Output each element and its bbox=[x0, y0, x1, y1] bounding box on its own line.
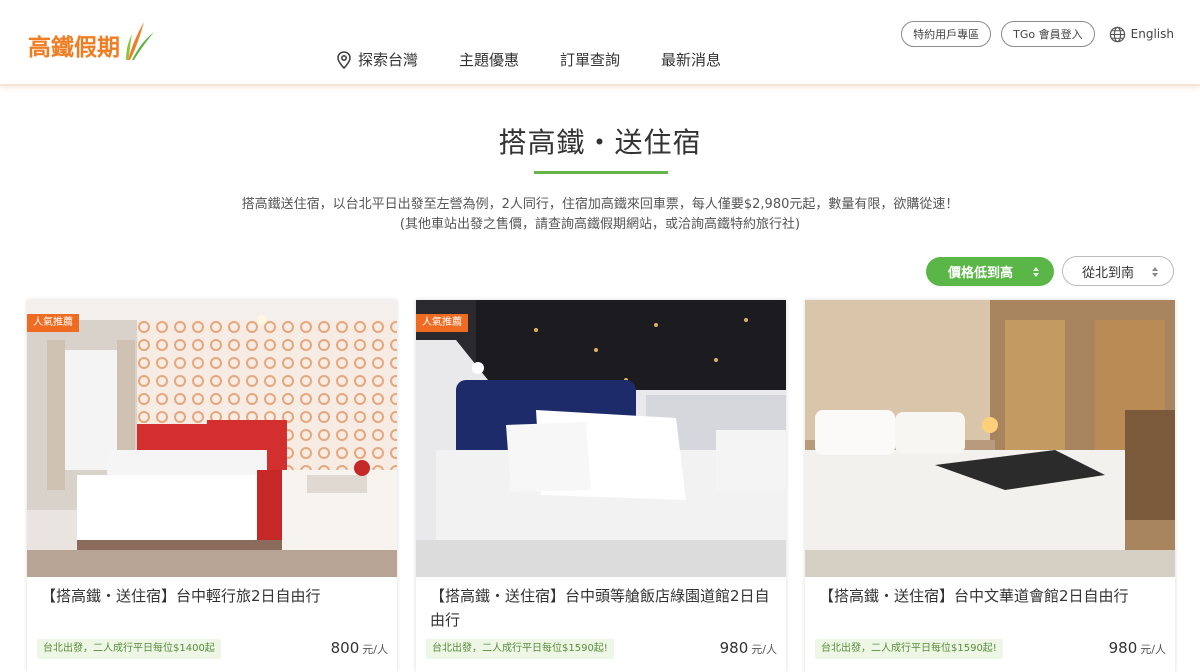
hotel-room-photo bbox=[416, 300, 786, 577]
sort-price-label: 價格低到高 bbox=[948, 266, 1014, 281]
product-card[interactable]: 人氣推薦 【搭高鐵・送住宿】台中頭等艙飯店綠園道館2日自由行 台北出發，二人成行… bbox=[416, 300, 786, 672]
price: 800 元/人 bbox=[331, 639, 388, 657]
departure-tag: 台北出發，二人成行平日每位$1590起! bbox=[426, 639, 614, 659]
language-label: English bbox=[1130, 27, 1174, 41]
departure-tag: 台北出發，二人成行平日每位$1400起 bbox=[37, 639, 221, 659]
sort-arrows-icon bbox=[1033, 267, 1039, 277]
site-logo[interactable]: 高鐵假期 bbox=[28, 18, 156, 62]
card-title[interactable]: 【搭高鐵・送住宿】台中文華道會館2日自由行 bbox=[819, 584, 1164, 608]
price-value: 800 bbox=[330, 639, 360, 657]
popular-badge: 人氣推薦 bbox=[416, 314, 468, 332]
sort-direction-button[interactable]: 從北到南 bbox=[1062, 256, 1174, 286]
header-utilities: 特約用戶專區 TGo 會員登入 English bbox=[891, 21, 1174, 47]
partner-area-button[interactable]: 特約用戶專區 bbox=[901, 21, 992, 47]
logo-leaf-icon bbox=[126, 22, 154, 60]
hotel-room-image[interactable]: 人氣推薦 bbox=[416, 300, 786, 577]
hotel-room-photo bbox=[27, 300, 397, 577]
price-value: 980 bbox=[1108, 639, 1138, 657]
departure-tag: 台北出發，二人成行平日每位$1590起! bbox=[815, 639, 1003, 659]
nav-latest-news[interactable]: 最新消息 bbox=[661, 49, 721, 70]
product-card[interactable]: 人氣推薦 【搭高鐵・送住宿】台中輕行旅2日自由行 台北出發，二人成行平日每位$1… bbox=[27, 300, 397, 672]
price-unit: 元/人 bbox=[751, 643, 777, 656]
language-switch[interactable]: English bbox=[1109, 26, 1174, 43]
card-title[interactable]: 【搭高鐵・送住宿】台中頭等艙飯店綠園道館2日自由行 bbox=[430, 584, 775, 632]
nav-label: 探索台灣 bbox=[358, 51, 419, 69]
card-title[interactable]: 【搭高鐵・送住宿】台中輕行旅2日自由行 bbox=[41, 584, 386, 608]
nav-label: 最新消息 bbox=[661, 51, 722, 69]
nav-label: 訂單查詢 bbox=[560, 51, 621, 69]
popular-badge: 人氣推薦 bbox=[27, 314, 79, 332]
price-unit: 元/人 bbox=[1140, 643, 1166, 656]
nav-label: 主題優惠 bbox=[459, 51, 520, 69]
nav-order-lookup[interactable]: 訂單查詢 bbox=[560, 49, 620, 70]
sort-direction-label: 從北到南 bbox=[1082, 265, 1135, 281]
site-header: 高鐵假期 探索台灣 主題優惠 訂單查詢 最新消息 特約用戶專區 TGo 會員登入 bbox=[0, 0, 1200, 86]
main-nav: 探索台灣 主題優惠 訂單查詢 最新消息 bbox=[336, 49, 762, 70]
hotel-room-photo bbox=[805, 300, 1175, 577]
page-title: 搭高鐵・送住宿 bbox=[498, 126, 702, 159]
hotel-room-image[interactable] bbox=[805, 300, 1175, 577]
globe-icon bbox=[1109, 26, 1125, 42]
page-description: 搭高鐵送住宿，以台北平日出發至左營為例，2人同行，住宿加高鐵來回車票，每人僅要$… bbox=[0, 195, 1200, 235]
member-login-button[interactable]: TGo 會員登入 bbox=[1001, 21, 1095, 47]
sort-price-button[interactable]: 價格低到高 bbox=[926, 257, 1054, 286]
hotel-room-image[interactable]: 人氣推薦 bbox=[27, 300, 397, 577]
price: 980 元/人 bbox=[720, 639, 777, 657]
nav-explore-taiwan[interactable]: 探索台灣 bbox=[336, 49, 418, 70]
sort-arrows-icon bbox=[1152, 267, 1158, 277]
title-underline bbox=[534, 171, 668, 174]
description-line-1: 搭高鐵送住宿，以台北平日出發至左營為例，2人同行，住宿加高鐵來回車票，每人僅要$… bbox=[241, 197, 959, 212]
price: 980 元/人 bbox=[1109, 639, 1166, 657]
product-card[interactable]: 【搭高鐵・送住宿】台中文華道會館2日自由行 台北出發，二人成行平日每位$1590… bbox=[805, 300, 1175, 672]
price-unit: 元/人 bbox=[362, 643, 388, 656]
location-pin-icon bbox=[337, 50, 351, 69]
description-line-2: (其他車站出發之售價，請查詢高鐵假期網站，或洽詢高鐵特約旅行社) bbox=[399, 217, 801, 232]
price-value: 980 bbox=[719, 639, 749, 657]
logo-text: 高鐵假期 bbox=[28, 35, 120, 61]
nav-theme-offers[interactable]: 主題優惠 bbox=[459, 49, 519, 70]
